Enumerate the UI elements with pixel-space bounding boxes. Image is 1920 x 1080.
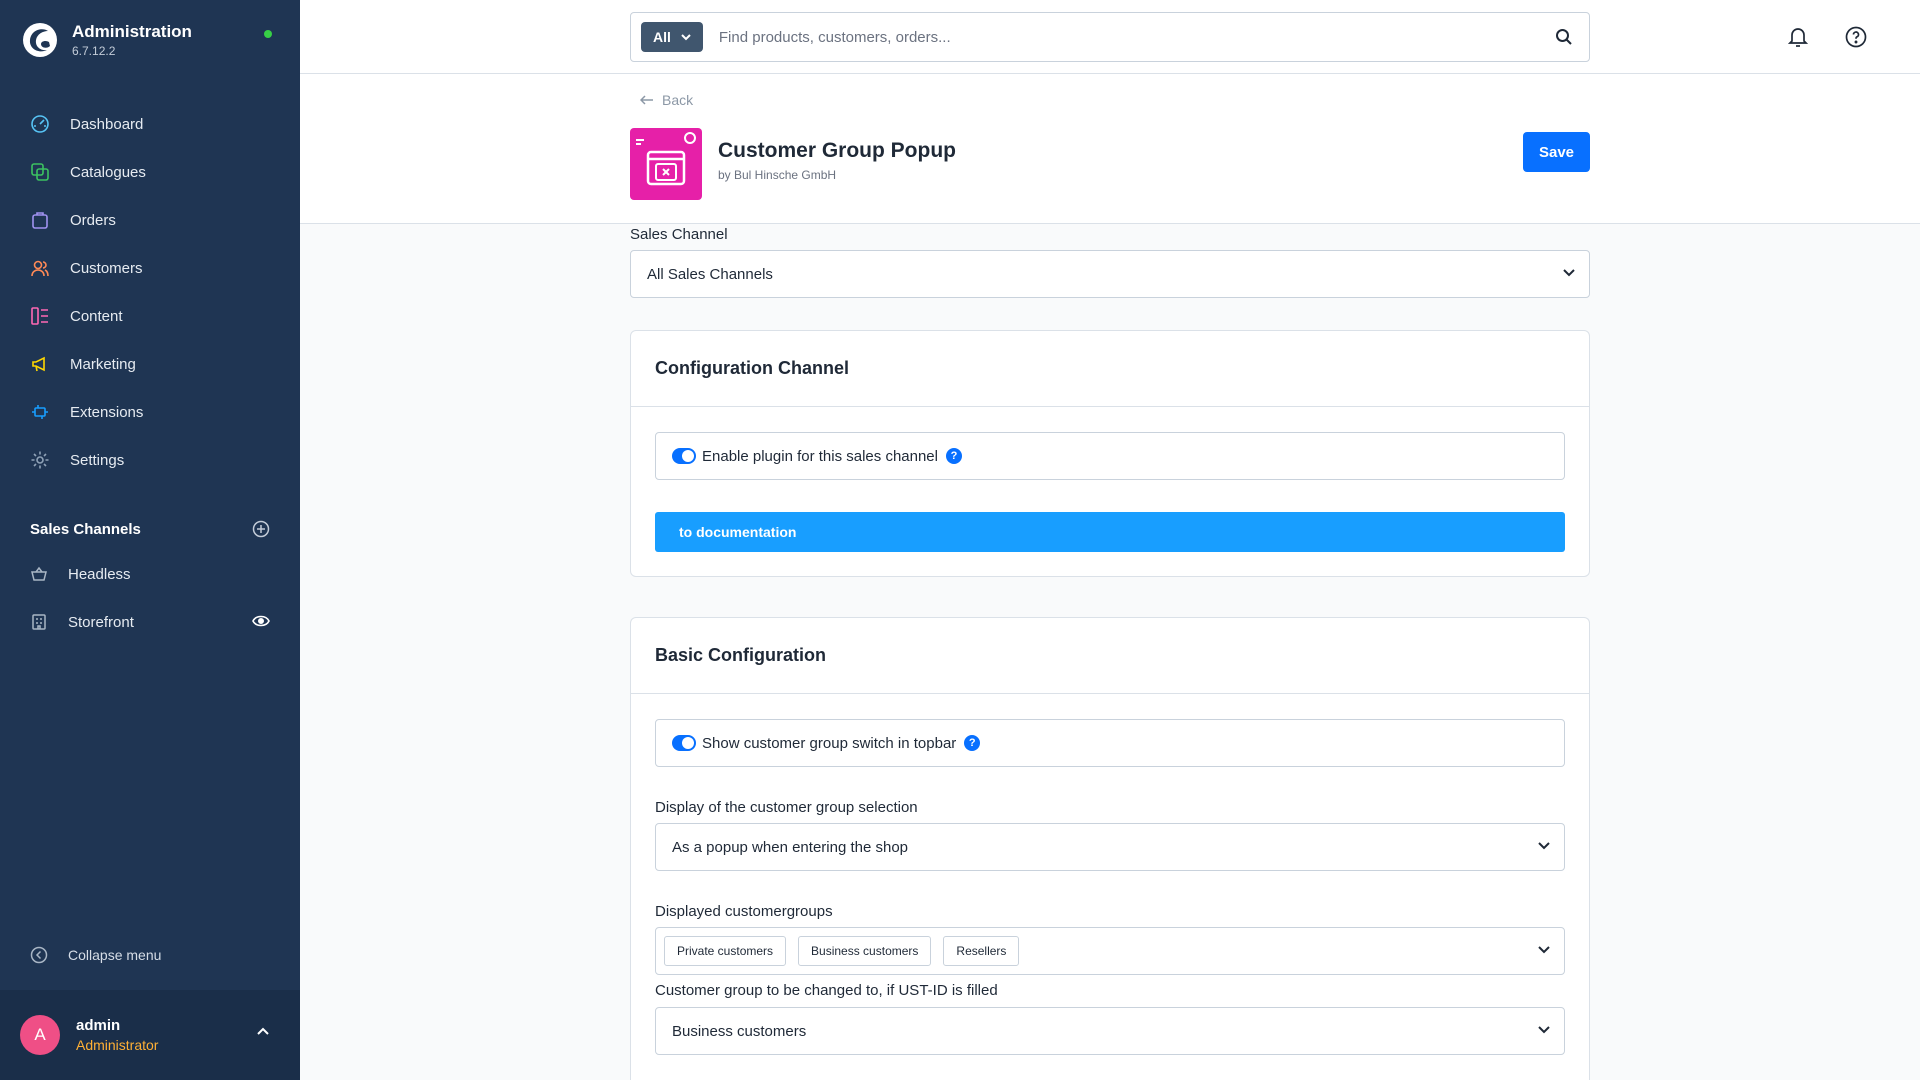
extensions-icon [32,405,48,419]
add-sales-channel-icon[interactable] [252,520,270,538]
orders-icon [32,212,48,229]
card-title: Configuration Channel [631,331,1589,407]
card-title: Basic Configuration [631,618,1589,694]
enable-plugin-toggle[interactable] [672,448,696,464]
group-tag[interactable]: Resellers [943,936,1020,966]
configuration-channel-card: Configuration Channel Enable plugin for … [630,330,1590,577]
nav-item-content[interactable]: Content [0,292,300,340]
ustid-group-value: Business customers [672,1022,807,1040]
user-menu[interactable]: A admin Administrator [0,990,300,1080]
avatar: A [20,1015,60,1055]
search-type-label: All [653,29,671,45]
nav-label: Extensions [70,403,144,421]
sales-channel-label: Storefront [68,613,134,631]
nav-label: Customers [70,259,143,277]
app-title: Administration [72,22,192,41]
collapse-menu-label: Collapse menu [68,947,162,963]
nav-item-marketing[interactable]: Marketing [0,340,300,388]
help-icon[interactable]: ? [964,735,981,751]
sales-channel-value: All Sales Channels [647,265,773,283]
user-name: admin [76,1017,121,1034]
nav-item-settings[interactable]: Settings [0,436,300,484]
search-type-dropdown[interactable]: All [641,22,703,52]
group-tag[interactable]: Business customers [798,936,932,966]
nav-label: Settings [70,451,125,469]
chevron-down-icon [1563,269,1575,277]
sales-channels-title: Sales Channels [30,520,141,538]
nav-item-orders[interactable]: Orders [0,196,300,244]
content-icon [31,307,48,325]
nav-item-dashboard[interactable]: Dashboard [0,100,300,148]
sales-channel-list: Headless Storefront [0,550,300,646]
nav-item-catalogues[interactable]: Catalogues [0,148,300,196]
display-selection-select[interactable]: As a popup when entering the shop [655,823,1565,871]
chevron-down-icon [681,33,691,40]
status-indicator [264,30,272,38]
collapse-menu[interactable]: Collapse menu [30,946,161,964]
plugin-author: by Bul Hinsche GmbH [718,168,837,182]
save-button[interactable]: Save [1523,132,1590,172]
page-title: Customer Group Popup [718,139,956,162]
settings-icon [31,451,49,469]
shopware-logo-icon [23,23,57,57]
enable-plugin-label: Enable plugin for this sales channel [702,447,938,465]
display-selection-label: Display of the customer group selection [655,799,918,816]
arrow-left-icon [640,95,653,105]
topbar: All [300,0,1920,74]
chevron-down-icon [1538,1026,1550,1034]
collapse-arrow-icon [30,946,48,964]
ustid-group-select[interactable]: Business customers [655,1007,1565,1055]
sidebar: Administration 6.7.12.2 Dashboard Catalo… [0,0,300,1080]
back-label: Back [662,92,694,108]
global-search: All [630,12,1590,62]
sales-channel-storefront[interactable]: Storefront [0,598,300,646]
sales-channel-label: Headless [68,565,131,583]
search-icon[interactable] [1555,28,1573,46]
basic-configuration-card: Basic Configuration Show customer group … [630,617,1590,1080]
app-version: 6.7.12.2 [72,44,116,58]
main-nav: Dashboard Catalogues Orders Customers Co… [0,100,300,484]
nav-item-customers[interactable]: Customers [0,244,300,292]
sales-channel-label: Sales Channel [630,226,728,243]
marketing-icon [32,356,45,372]
page-header: Back Customer Group Popup by Bul Hinsche… [300,74,1920,224]
group-tag[interactable]: Private customers [664,936,787,966]
plugin-logo [630,128,702,200]
dashboard-icon [31,115,49,133]
documentation-button[interactable]: to documentation [655,512,1565,552]
sales-channel-headless[interactable]: Headless [0,550,300,598]
basket-icon [31,566,47,581]
storefront-icon [32,614,46,630]
chevron-down-icon [1538,842,1550,850]
help-circle-icon[interactable] [1845,26,1867,48]
user-role: Administrator [76,1037,159,1053]
nav-label: Content [70,307,123,325]
back-link[interactable]: Back [640,92,693,108]
topbar-switch-field: Show customer group switch in topbar ? [655,719,1565,767]
popup-window-icon [636,132,696,186]
displayed-groups-label: Displayed customergroups [655,903,833,920]
sales-channel-select[interactable]: All Sales Channels [630,250,1590,298]
nav-label: Dashboard [70,115,144,133]
topbar-switch-label: Show customer group switch in topbar [702,734,957,752]
topbar-switch-toggle[interactable] [672,735,696,751]
catalogue-icon [31,163,49,181]
search-input[interactable] [718,13,1555,61]
customers-icon [31,260,49,277]
nav-label: Catalogues [70,163,146,181]
nav-label: Marketing [70,355,136,373]
sales-channels-header: Sales Channels [30,520,270,538]
display-selection-value: As a popup when entering the shop [672,838,909,856]
nav-item-extensions[interactable]: Extensions [0,388,300,436]
nav-label: Orders [70,211,116,229]
help-icon[interactable]: ? [946,448,962,464]
displayed-groups-multiselect[interactable]: Private customers Business customers Res… [655,927,1565,975]
chevron-down-icon [1538,946,1550,954]
ustid-group-label: Customer group to be changed to, if UST-… [655,982,998,999]
brand[interactable]: Administration 6.7.12.2 [22,22,192,58]
enable-plugin-field: Enable plugin for this sales channel ? [655,432,1565,480]
eye-icon[interactable] [252,614,270,628]
chevron-up-icon[interactable] [256,1026,270,1036]
bell-icon[interactable] [1788,26,1808,48]
